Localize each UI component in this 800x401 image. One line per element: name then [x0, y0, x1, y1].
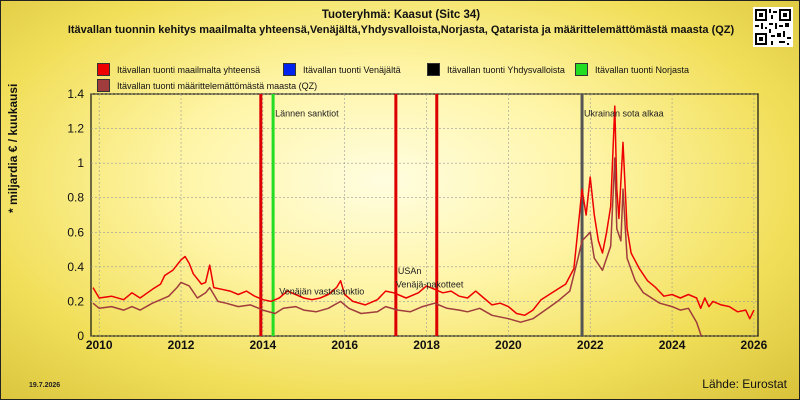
event-label: Ukrainan sota alkaa: [584, 108, 664, 118]
y-tick-label: 1.4: [67, 87, 84, 101]
x-tick-label: 2020: [495, 338, 522, 352]
event-label: Lännen sanktiot: [275, 108, 339, 118]
y-tick-label: 0.2: [67, 294, 84, 308]
annotation-label: Venäjä-pakotteet: [396, 280, 464, 290]
annotation-label: Venäjän vastasanktio: [279, 287, 364, 297]
event-label: USAn: [398, 266, 422, 276]
plot-area: [90, 93, 759, 337]
x-tick-label: 2022: [577, 338, 604, 352]
y-tick-label: 0.4: [67, 260, 84, 274]
chart-frame: Tuoteryhmä: Kaasut (Sitc 34) Itävallan t…: [0, 0, 800, 400]
chart-plot: 0 0.2 0.4 0.6 0.8 1 1.2 1.4 2010 2012 2014 2016 2018…: [67, 87, 768, 352]
x-tick-label: 2024: [659, 338, 686, 352]
x-tick-label: 2012: [168, 338, 195, 352]
y-tick-label: 0.6: [67, 225, 84, 239]
x-tick-label: 2014: [250, 338, 277, 352]
source-label: Lähde: Eurostat: [702, 377, 787, 391]
x-tick-label: 2010: [86, 338, 113, 352]
x-tick-label: 2016: [331, 338, 358, 352]
y-tick-label: 0: [77, 329, 84, 343]
date-stamp: 19.7.2026: [29, 382, 61, 389]
x-tick-label: 2026: [741, 338, 768, 352]
y-tick-label: 0.8: [67, 191, 84, 205]
y-axis-label: * miljardia € / kuukausi: [6, 83, 20, 213]
x-tick-label: 2018: [413, 338, 440, 352]
y-tick-label: 1.2: [67, 122, 84, 136]
y-tick-label: 1: [77, 156, 84, 170]
